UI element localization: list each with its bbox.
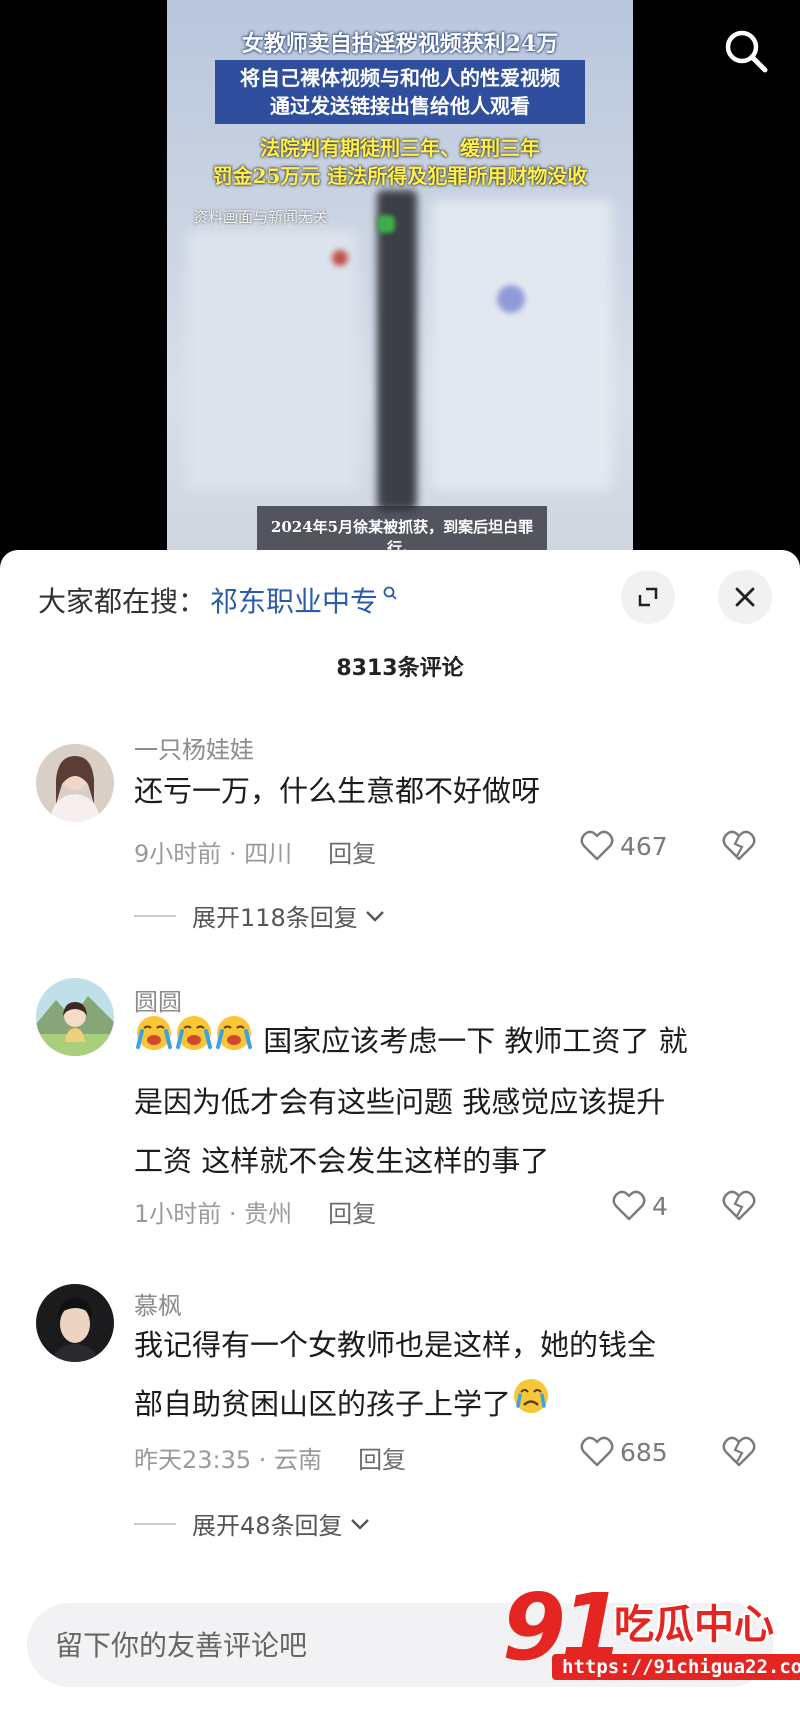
blurred-shape: [332, 250, 348, 266]
like-button[interactable]: 685: [580, 1436, 668, 1468]
expand-replies-label: 展开118条回复: [192, 904, 358, 932]
comment-time-location: 1小时前 · 贵州: [134, 1200, 293, 1228]
expand-replies-label: 展开48条回复: [192, 1512, 343, 1540]
like-button[interactable]: 4: [612, 1190, 668, 1222]
watermark-text: 吃瓜中心: [614, 1602, 774, 1648]
heart-icon: [580, 830, 614, 861]
expand-replies-button[interactable]: 展开118条回复: [134, 898, 386, 933]
video-caption-verdict-line2: 罚金25万元 违法所得及犯罪所用财物没收: [212, 164, 588, 188]
user-avatar-image: [36, 978, 114, 1056]
blurred-shape: [377, 215, 395, 233]
dislike-button[interactable]: [722, 1190, 756, 1226]
blurred-shape: [432, 200, 612, 490]
crying-emoji-icon: [511, 1376, 551, 1436]
search-icon: [725, 30, 768, 73]
comment-text-line2: 部自助贫困山区的孩子上学了: [134, 1375, 764, 1436]
broken-heart-icon: [722, 1436, 756, 1467]
comment-sheet: 大家都在搜： 祁东职业中专 8313条评论 一只杨娃娃 还亏一万，什么生意都不好…: [0, 550, 800, 1712]
blurred-shape: [377, 190, 417, 510]
comment-text: 还亏一万，什么生意都不好做呀: [134, 774, 541, 808]
broken-heart-icon: [722, 830, 756, 861]
video-caption-box-line1: 将自己裸体视频与和他人的性爱视频: [240, 66, 560, 90]
trending-search[interactable]: 大家都在搜： 祁东职业中专: [38, 580, 398, 620]
close-button[interactable]: [718, 570, 772, 624]
crying-emoji-icon: [134, 1013, 174, 1073]
expand-replies-button[interactable]: 展开48条回复: [134, 1506, 371, 1541]
trending-label: 大家都在搜：: [38, 585, 207, 618]
avatar[interactable]: [36, 1284, 114, 1362]
divider-line: [134, 1522, 176, 1525]
expand-icon: [638, 587, 658, 607]
crying-emoji-icon: [174, 1013, 214, 1073]
comment-meta: 昨天23:35 · 云南 回复: [134, 1440, 406, 1475]
comment-meta: 1小时前 · 贵州 回复: [134, 1194, 376, 1229]
crying-emoji-icon: [214, 1013, 254, 1073]
search-button[interactable]: [720, 25, 772, 77]
search-small-icon: [383, 586, 397, 600]
reply-button[interactable]: 回复: [328, 1194, 376, 1229]
video-player[interactable]: 女教师卖自拍淫秽视频获利24万 将自己裸体视频与和他人的性爱视频 通过发送链接出…: [0, 0, 800, 560]
like-button[interactable]: 467: [580, 830, 668, 862]
comment-text: 国家应该考虑一下 教师工资了 就 是因为低才会有这些问题 我感觉应该提升 工资 …: [134, 1012, 764, 1191]
broken-heart-icon: [722, 1190, 756, 1221]
video-caption-note: 资料画面与新闻无关: [193, 208, 329, 226]
watermark: 91 吃瓜中心 https://91chigua22.com: [502, 1578, 800, 1698]
comment-username[interactable]: 一只杨娃娃: [134, 730, 254, 765]
expand-button[interactable]: [621, 570, 675, 624]
avatar[interactable]: [36, 978, 114, 1056]
watermark-url: https://91chigua22.com: [552, 1654, 800, 1680]
dislike-button[interactable]: [722, 1436, 756, 1472]
comment-text-line1: 我记得有一个女教师也是这样，她的钱全: [134, 1328, 657, 1362]
comment-text-line2: 是因为低才会有这些问题 我感觉应该提升: [134, 1085, 666, 1119]
heart-icon: [580, 1436, 614, 1467]
reply-button[interactable]: 回复: [358, 1440, 406, 1475]
comment-text-line1-text: 国家应该考虑一下 教师工资了 就: [263, 1024, 688, 1058]
comment-time-location: 9小时前 · 四川: [134, 840, 293, 868]
comment-time-location: 昨天23:35 · 云南: [134, 1446, 323, 1474]
comment-text-line1: 国家应该考虑一下 教师工资了 就: [134, 1012, 764, 1073]
heart-icon: [612, 1190, 646, 1221]
user-avatar-image: [36, 744, 114, 822]
dislike-button[interactable]: [722, 830, 756, 866]
video-caption-verdict-line1: 法院判有期徒刑三年、缓刑三年: [260, 136, 540, 160]
user-avatar-image: [36, 1284, 114, 1362]
video-caption-box-line2: 通过发送链接出售给他人观看: [270, 94, 530, 118]
close-icon: [735, 587, 755, 607]
chevron-down-icon: [350, 1518, 369, 1530]
comment-input[interactable]: [55, 1628, 495, 1662]
video-frame: 女教师卖自拍淫秽视频获利24万 将自己裸体视频与和他人的性爱视频 通过发送链接出…: [167, 0, 633, 560]
comment-meta: 9小时前 · 四川 回复: [134, 834, 376, 869]
like-count: 685: [620, 1437, 668, 1467]
divider-line: [134, 914, 176, 917]
video-caption-box: 将自己裸体视频与和他人的性爱视频 通过发送链接出售给他人观看: [215, 60, 585, 124]
avatar[interactable]: [36, 744, 114, 822]
comment-text: 我记得有一个女教师也是这样，她的钱全 部自助贫困山区的孩子上学了: [134, 1316, 764, 1436]
blurred-shape: [497, 285, 525, 313]
like-count: 4: [652, 1191, 668, 1221]
comment-count: 8313条评论: [336, 656, 464, 681]
video-caption-title: 女教师卖自拍淫秽视频获利24万: [241, 31, 559, 57]
like-count: 467: [620, 831, 668, 861]
chevron-down-icon: [365, 910, 384, 922]
trending-term[interactable]: 祁东职业中专: [210, 580, 378, 620]
reply-button[interactable]: 回复: [328, 834, 376, 869]
blurred-shape: [187, 230, 357, 490]
comment-text-line3: 工资 这样就不会发生这样的事了: [134, 1144, 550, 1178]
comment-text-line2-text: 部自助贫困山区的孩子上学了: [134, 1387, 512, 1421]
